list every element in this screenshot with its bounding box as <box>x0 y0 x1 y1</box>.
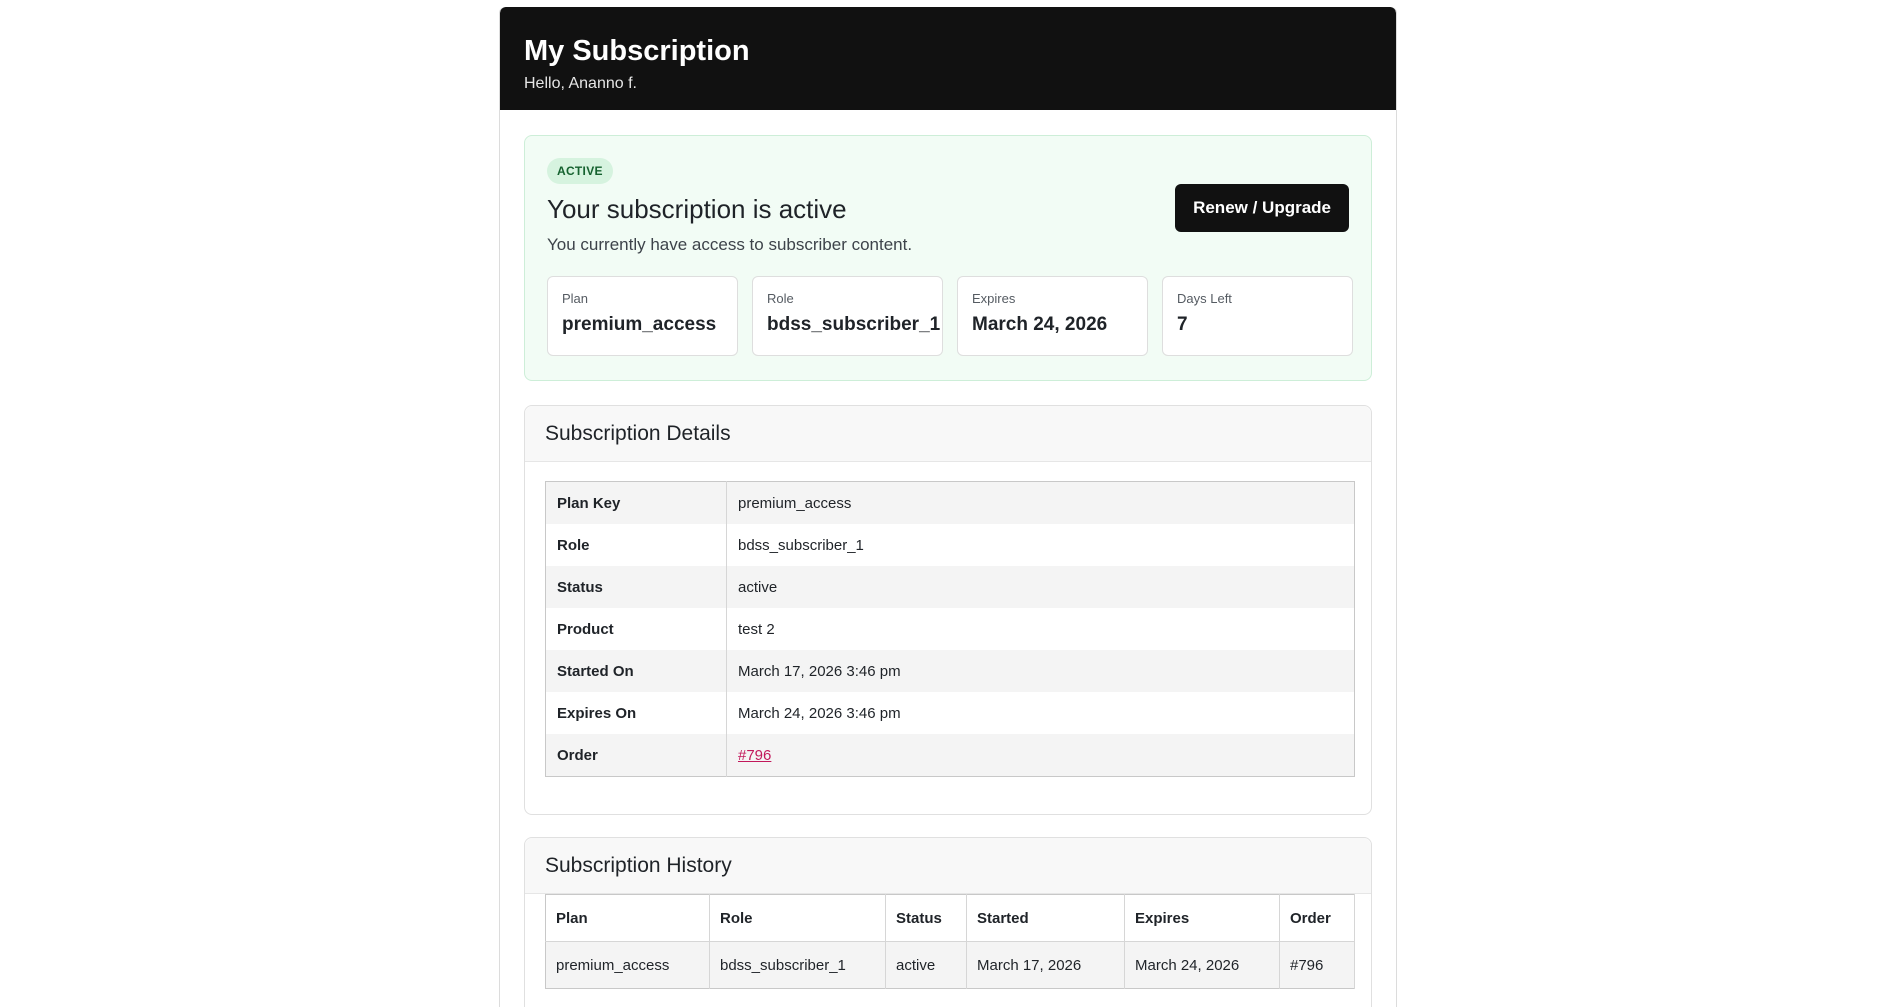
status-badge: ACTIVE <box>547 158 613 184</box>
status-description: You currently have access to subscriber … <box>547 235 913 254</box>
panel-title: Subscription History <box>545 854 732 877</box>
subscription-page: My Subscription Hello, Ananno f. ACTIVE … <box>499 7 1397 1007</box>
stat-value: 7 <box>1177 314 1188 335</box>
page-header: My Subscription Hello, Ananno f. <box>500 7 1396 110</box>
details-table: Plan Key premium_access Role bdss_subscr… <box>545 481 1355 777</box>
greeting-text: Hello, Ananno f. <box>524 75 637 92</box>
row-value: March 24, 2026 3:46 pm <box>726 692 1355 734</box>
cell-plan: premium_access <box>545 941 710 989</box>
table-row: Started On March 17, 2026 3:46 pm <box>545 650 1355 692</box>
table-row: Plan Key premium_access <box>545 481 1355 524</box>
stat-value: bdss_subscriber_1 <box>767 314 941 335</box>
row-value: active <box>726 566 1355 608</box>
column-header-expires: Expires <box>1124 894 1280 942</box>
stat-label: Expires <box>972 291 1016 306</box>
cell-status: active <box>885 941 967 989</box>
row-key: Status <box>545 566 727 608</box>
order-link[interactable]: #796 <box>738 747 771 764</box>
row-key: Started On <box>545 650 727 692</box>
cell-started: March 17, 2026 <box>966 941 1125 989</box>
cell-expires: March 24, 2026 <box>1124 941 1280 989</box>
stat-label: Role <box>767 291 794 306</box>
stat-label: Days Left <box>1177 291 1232 306</box>
stat-value: March 24, 2026 <box>972 314 1108 335</box>
table-row: Order #796 <box>545 734 1355 777</box>
stat-value: premium_access <box>562 314 717 335</box>
subscription-history-panel: Subscription History Plan Role Status St… <box>524 837 1372 1007</box>
stat-label: Plan <box>562 291 589 306</box>
column-header-plan: Plan <box>545 894 710 942</box>
table-row: Role bdss_subscriber_1 <box>545 524 1355 566</box>
table-row: Expires On March 24, 2026 3:46 pm <box>545 692 1355 734</box>
row-value: bdss_subscriber_1 <box>726 524 1355 566</box>
stat-plan: Plan premium_access <box>547 276 738 356</box>
panel-header: Subscription Details <box>525 406 1371 462</box>
column-header-role: Role <box>709 894 886 942</box>
row-value: premium_access <box>726 481 1355 524</box>
table-row: premium_access bdss_subscriber_1 active … <box>545 941 1355 989</box>
panel-header: Subscription History <box>525 838 1371 894</box>
row-key: Role <box>545 524 727 566</box>
row-key: Product <box>545 608 727 650</box>
row-value: March 17, 2026 3:46 pm <box>726 650 1355 692</box>
table-row: Status active <box>545 566 1355 608</box>
panel-title: Subscription Details <box>545 422 731 445</box>
column-header-status: Status <box>885 894 967 942</box>
table-header-row: Plan Role Status Started Expires Order <box>545 894 1355 942</box>
stat-role: Role bdss_subscriber_1 <box>752 276 943 356</box>
stats-row: Plan premium_access Role bdss_subscriber… <box>547 276 1353 356</box>
subscription-status-card: ACTIVE Your subscription is active You c… <box>524 135 1372 381</box>
column-header-order: Order <box>1279 894 1355 942</box>
table-row: Product test 2 <box>545 608 1355 650</box>
row-key: Plan Key <box>545 481 727 524</box>
subscription-details-panel: Subscription Details Plan Key premium_ac… <box>524 405 1372 815</box>
row-value: test 2 <box>726 608 1355 650</box>
column-header-started: Started <box>966 894 1125 942</box>
renew-upgrade-button[interactable]: Renew / Upgrade <box>1175 184 1349 232</box>
row-key: Order <box>545 734 727 777</box>
cell-order: #796 <box>1279 941 1355 989</box>
history-table: Plan Role Status Started Expires Order p… <box>545 894 1355 989</box>
stat-expires: Expires March 24, 2026 <box>957 276 1148 356</box>
page-title: My Subscription <box>524 35 750 67</box>
row-value: #796 <box>726 734 1355 777</box>
stat-days-left: Days Left 7 <box>1162 276 1353 356</box>
row-key: Expires On <box>545 692 727 734</box>
cell-role: bdss_subscriber_1 <box>709 941 886 989</box>
